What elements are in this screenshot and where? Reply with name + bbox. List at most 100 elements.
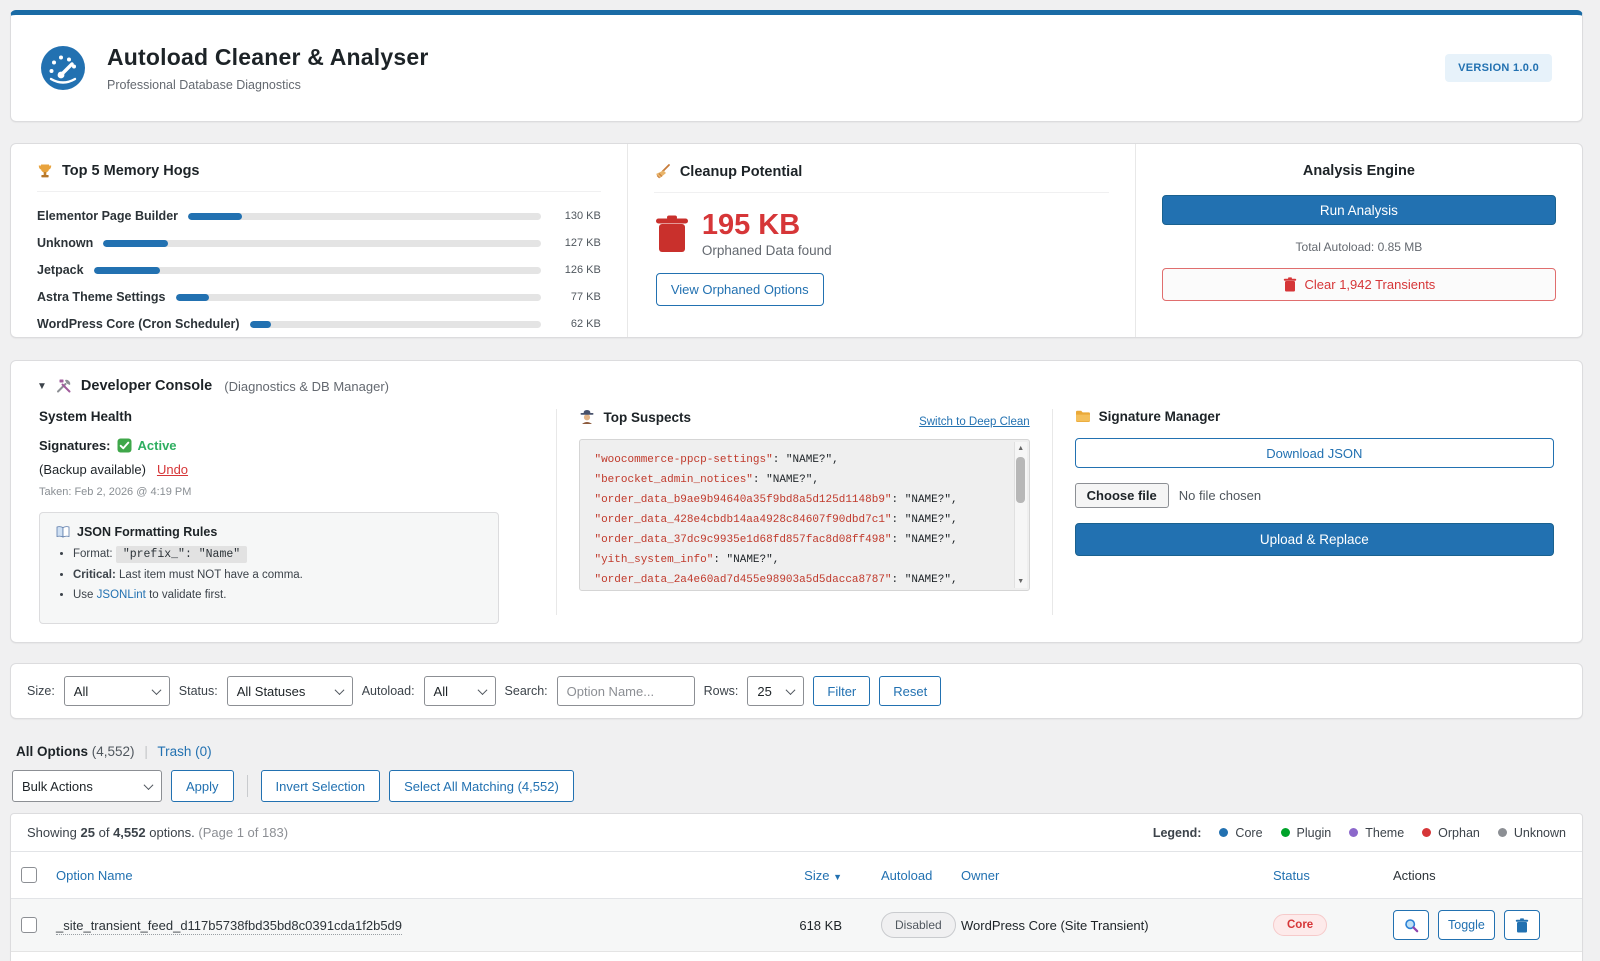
cleanup-panel: Cleanup Potential 195 KB Orphaned Data f… [627,144,1136,337]
page-subtitle: Professional Database Diagnostics [107,78,429,92]
hog-label: Elementor Page Builder [37,209,178,223]
legend-item: Theme [1349,826,1404,840]
file-input-row: Choose file No file chosen [1075,483,1554,508]
column-header-owner[interactable]: Owner [961,868,1261,883]
memory-hog-row: WordPress Core (Cron Scheduler)62 KB [37,317,601,331]
search-icon [1404,918,1419,933]
run-analysis-button[interactable]: Run Analysis [1162,195,1556,225]
tools-icon [56,378,72,394]
size-filter-select[interactable]: All [64,676,170,706]
column-header-size[interactable]: Size ▼ [746,868,856,883]
top-suspects-panel: Top Suspects Switch to Deep Clean "wooco… [556,409,1051,615]
memory-hog-row: Jetpack126 KB [37,263,601,277]
json-rules-title-row: JSON Formatting Rules [56,525,482,539]
jsonlint-link[interactable]: JSONLint [97,589,146,601]
choose-file-button[interactable]: Choose file [1075,483,1169,508]
bulk-actions-select[interactable]: Bulk Actions [12,770,162,802]
scrollbar-up-arrow[interactable]: ▲ [1017,442,1024,455]
reset-button[interactable]: Reset [879,676,941,706]
select-all-checkbox[interactable] [21,867,37,883]
suspect-line: "woocommerce-ppcp-settings": "NAME?", [594,450,1004,470]
hog-label: Jetpack [37,263,84,277]
signature-manager-panel: Signature Manager Download JSON Choose f… [1052,409,1556,615]
collapse-icon[interactable]: ▼ [37,381,47,392]
rule-format-code: "prefix_": "Name" [116,546,247,563]
legend-dot [1349,828,1358,837]
table-info-row: Showing 25 of 4,552 options. (Page 1 of … [11,814,1582,852]
all-options-count: (4,552) [92,744,135,759]
console-columns: System Health Signatures: Active (Backup… [37,409,1556,615]
suspects-title: Top Suspects [603,410,691,425]
column-header-option-name[interactable]: Option Name [56,868,746,883]
cleanup-title-row: Cleanup Potential [654,163,1109,193]
console-subtitle: (Diagnostics & DB Manager) [224,379,389,394]
bulk-actions-row: Bulk Actions Apply Invert Selection Sele… [12,770,1583,802]
switch-deep-clean-link[interactable]: Switch to Deep Clean [919,416,1030,428]
suspects-title-row: Top Suspects [579,409,691,425]
suspect-line: "order_data_37dc9c9935e1d68fd857fac8d08f… [594,530,1004,550]
chevron-down-icon [786,685,796,695]
filter-bar: Size: All Status: All Statuses Autoload:… [10,663,1583,719]
showing-page: (Page 1 of 183) [198,825,288,840]
autoload-filter-select[interactable]: All [424,676,496,706]
trash-view-link[interactable]: Trash (0) [157,744,211,759]
scrollbar-thumb[interactable] [1016,457,1025,503]
all-options-label[interactable]: All Options [16,744,88,759]
memory-hog-row: Elementor Page Builder130 KB [37,209,601,223]
no-file-text: No file chosen [1179,488,1261,503]
clear-transients-button[interactable]: Clear 1,942 Transients [1162,268,1556,301]
cleanup-amount: 195 KB [702,210,832,240]
memory-hogs-list: Elementor Page Builder130 KBUnknown127 K… [37,209,601,331]
size-filter-label: Size: [27,684,55,698]
delete-option-button[interactable] [1504,910,1540,940]
status-filter-select[interactable]: All Statuses [227,676,353,706]
signatures-line: Signatures: Active [39,438,534,453]
invert-selection-button[interactable]: Invert Selection [261,770,381,802]
trash-icon [1515,918,1529,933]
download-json-button[interactable]: Download JSON [1075,438,1554,468]
select-all-matching-button[interactable]: Select All Matching (4,552) [389,770,574,802]
legend-label: Legend: [1153,826,1202,840]
json-rules-list: Format: "prefix_": "Name" Critical: Last… [73,548,482,601]
apply-button[interactable]: Apply [171,770,234,802]
search-input[interactable] [557,676,695,706]
rows-select[interactable]: 25 [747,676,804,706]
hog-bar-fill [250,321,271,328]
signature-manager-title: Signature Manager [1099,409,1221,424]
version-badge: VERSION 1.0.0 [1445,54,1552,82]
showing-total: 4,552 [113,825,146,840]
json-rules-title: JSON Formatting Rules [77,525,217,539]
filter-button[interactable]: Filter [813,676,870,706]
stats-card: Top 5 Memory Hogs Elementor Page Builder… [10,143,1583,338]
hog-value: 62 KB [553,318,601,330]
suspects-code-box[interactable]: "woocommerce-ppcp-settings": "NAME?","be… [579,439,1029,591]
legend-item-label: Core [1235,826,1262,840]
column-header-status[interactable]: Status [1261,868,1381,883]
column-header-autoload[interactable]: Autoload [856,868,961,883]
scrollbar-down-arrow[interactable]: ▼ [1017,575,1024,588]
undo-link[interactable]: Undo [157,462,188,477]
rows-label: Rows: [704,684,739,698]
view-orphaned-button[interactable]: View Orphaned Options [656,273,824,306]
option-name[interactable]: _site_transient_feed_d117b5738fbd35bd8c0… [56,918,402,935]
hog-value: 77 KB [553,291,601,303]
view-option-button[interactable] [1393,910,1429,940]
console-header[interactable]: ▼ Developer Console (Diagnostics & DB Ma… [37,378,1556,394]
system-health-panel: System Health Signatures: Active (Backup… [37,409,556,615]
scrollbar[interactable]: ▲ ▼ [1014,442,1027,588]
cleanup-amount-wrap: 195 KB Orphaned Data found [702,210,832,258]
suspect-line: "yith_system_info": "NAME?", [594,550,1004,570]
trash-icon-small-red [1283,277,1297,292]
chevron-down-icon [477,685,487,695]
toggle-autoload-button[interactable]: Toggle [1438,910,1495,940]
row-checkbox[interactable] [21,917,37,933]
upload-replace-button[interactable]: Upload & Replace [1075,523,1554,556]
hog-bar-fill [103,240,168,247]
chevron-down-icon [151,685,161,695]
backup-text: (Backup available) [39,462,146,477]
broom-icon [654,163,671,180]
options-table-card: Showing 25 of 4,552 options. (Page 1 of … [10,813,1583,961]
rule-use-post: to validate first. [149,589,226,601]
showing-pre: Showing [27,825,77,840]
backup-line: (Backup available) Undo [39,462,534,477]
